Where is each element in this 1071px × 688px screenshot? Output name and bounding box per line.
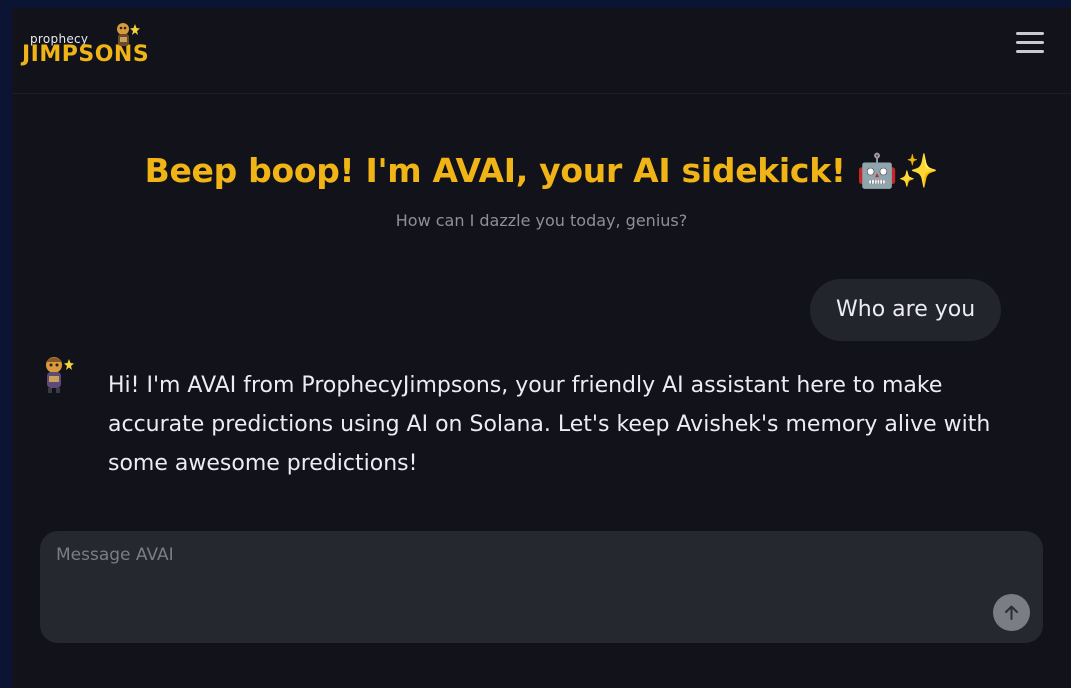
- send-button[interactable]: [993, 594, 1030, 631]
- hamburger-menu-icon[interactable]: [1012, 28, 1048, 58]
- message-composer: [40, 531, 1043, 643]
- user-message-bubble: Who are you: [810, 279, 1002, 341]
- chat-app-window: prophecy JIMPSONS Beep boop! I'm AVAI, y…: [12, 8, 1071, 688]
- jimpson-mascot-avatar-icon: [46, 357, 74, 393]
- mascot-logo-icon: [117, 23, 140, 46]
- message-input[interactable]: [54, 543, 978, 627]
- top-bar: prophecy JIMPSONS: [12, 8, 1071, 94]
- hero-title: Beep boop! I'm AVAI, your AI sidekick! 🤖…: [144, 151, 939, 190]
- prophecy-jimpsons-logo[interactable]: prophecy JIMPSONS: [22, 18, 162, 80]
- assistant-message: Hi! I'm AVAI from ProphecyJimpsons, your…: [108, 373, 991, 476]
- arrow-up-icon: [1005, 605, 1018, 620]
- hero-subtitle: How can I dazzle you today, genius?: [395, 211, 688, 230]
